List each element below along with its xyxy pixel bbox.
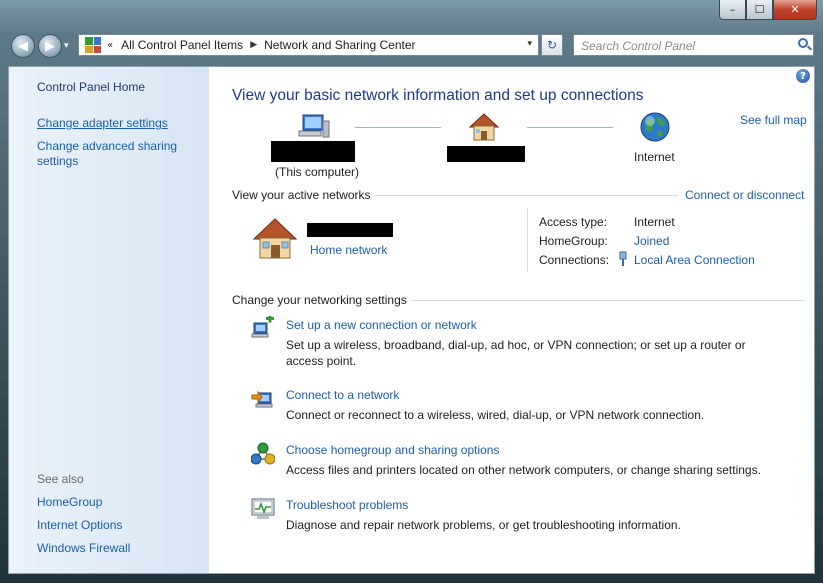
forward-button[interactable]: ▶ (38, 34, 62, 58)
map-connection-line (355, 127, 441, 128)
search-icon[interactable] (798, 38, 808, 48)
homegroup-joined-link[interactable]: Joined (634, 234, 669, 248)
breadcrumb-network-and-sharing-center[interactable]: Network and Sharing Center (264, 38, 415, 52)
computer-icon[interactable] (297, 113, 331, 144)
redacted-computer-name (271, 141, 355, 162)
main-panel: ? View your basic network information an… (209, 67, 814, 573)
section-divider (374, 195, 678, 196)
troubleshoot-problems-link[interactable]: Troubleshoot problems (286, 498, 408, 512)
windows-firewall-link[interactable]: Windows Firewall (37, 541, 130, 556)
map-connection-line (527, 127, 613, 128)
ethernet-plug-icon (618, 251, 628, 270)
connect-or-disconnect-link[interactable]: Connect or disconnect (685, 188, 804, 202)
page-title: View your basic network information and … (232, 87, 644, 104)
connections-label: Connections: (539, 253, 610, 267)
breadcrumb-all-control-panel-items[interactable]: All Control Panel Items (121, 38, 243, 52)
setup-new-connection-description: Set up a wireless, broadband, dial-up, a… (286, 338, 746, 368)
homegroup-icon (250, 442, 276, 466)
change-adapter-settings-link[interactable]: Change adapter settings (37, 116, 168, 131)
this-computer-label: (This computer) (275, 165, 360, 179)
internet-label: Internet (634, 150, 675, 164)
access-type-value: Internet (634, 215, 675, 229)
home-network-large-icon[interactable] (251, 217, 299, 264)
title-bar: – ☐ ✕ (0, 0, 823, 28)
vertical-divider (527, 208, 528, 272)
troubleshoot-problems-description: Diagnose and repair network problems, or… (286, 518, 681, 532)
minimize-button[interactable]: – (719, 0, 746, 20)
address-bar[interactable]: « All Control Panel Items ▶ Network and … (78, 34, 539, 56)
active-networks-heading: View your active networks (232, 188, 371, 202)
troubleshoot-icon (251, 497, 275, 521)
access-type-label: Access type: (539, 215, 608, 229)
connect-network-icon (251, 387, 275, 411)
search-box[interactable] (573, 34, 814, 56)
maximize-button[interactable]: ☐ (746, 0, 773, 20)
window-controls: – ☐ ✕ (719, 0, 817, 20)
navigation-bar: ◀ ▶ ▾ « All Control Panel Items ▶ Networ… (0, 28, 823, 64)
redacted-active-network-name (307, 223, 393, 237)
refresh-icon: ↻ (546, 38, 558, 52)
see-full-map-link[interactable]: See full map (740, 113, 807, 127)
refresh-button[interactable]: ↻ (541, 34, 563, 56)
control-panel-home-link[interactable]: Control Panel Home (37, 80, 145, 95)
recent-pages-dropdown-icon[interactable]: ▾ (64, 41, 69, 51)
search-input[interactable] (579, 36, 793, 56)
content-area: Control Panel Home Change adapter settin… (8, 66, 815, 574)
breadcrumb-separator-icon[interactable]: ▶ (250, 40, 257, 50)
homegroup-sharing-options-link[interactable]: Choose homegroup and sharing options (286, 443, 499, 457)
homegroup-sharing-options-description: Access files and printers located on oth… (286, 463, 761, 477)
networking-settings-heading: Change your networking settings (232, 293, 407, 307)
connect-to-network-link[interactable]: Connect to a network (286, 388, 399, 402)
section-divider (411, 300, 805, 301)
new-connection-icon (251, 314, 275, 340)
change-advanced-sharing-link[interactable]: Change advanced sharing settings (37, 139, 187, 169)
close-button[interactable]: ✕ (773, 0, 817, 20)
redacted-network-name (447, 146, 525, 162)
address-overflow-icon[interactable]: « (107, 40, 113, 51)
back-button[interactable]: ◀ (11, 34, 35, 58)
homegroup-label: HomeGroup: (539, 234, 608, 248)
internet-globe-icon[interactable] (639, 111, 671, 146)
sidebar: Control Panel Home Change adapter settin… (9, 67, 209, 573)
homegroup-link[interactable]: HomeGroup (37, 495, 102, 510)
internet-options-link[interactable]: Internet Options (37, 518, 122, 533)
see-also-heading: See also (37, 472, 84, 486)
control-panel-icon (85, 37, 101, 53)
connect-to-network-description: Connect or reconnect to a wireless, wire… (286, 408, 705, 422)
local-area-connection-link[interactable]: Local Area Connection (634, 253, 755, 267)
home-network-link[interactable]: Home network (310, 243, 387, 257)
window: – ☐ ✕ ◀ ▶ ▾ « All Control Panel Items ▶ … (0, 0, 823, 583)
setup-new-connection-link[interactable]: Set up a new connection or network (286, 318, 477, 332)
address-history-arrow-icon[interactable]: ▾ (527, 39, 532, 49)
help-icon[interactable]: ? (796, 69, 810, 83)
home-network-icon[interactable] (467, 112, 501, 145)
